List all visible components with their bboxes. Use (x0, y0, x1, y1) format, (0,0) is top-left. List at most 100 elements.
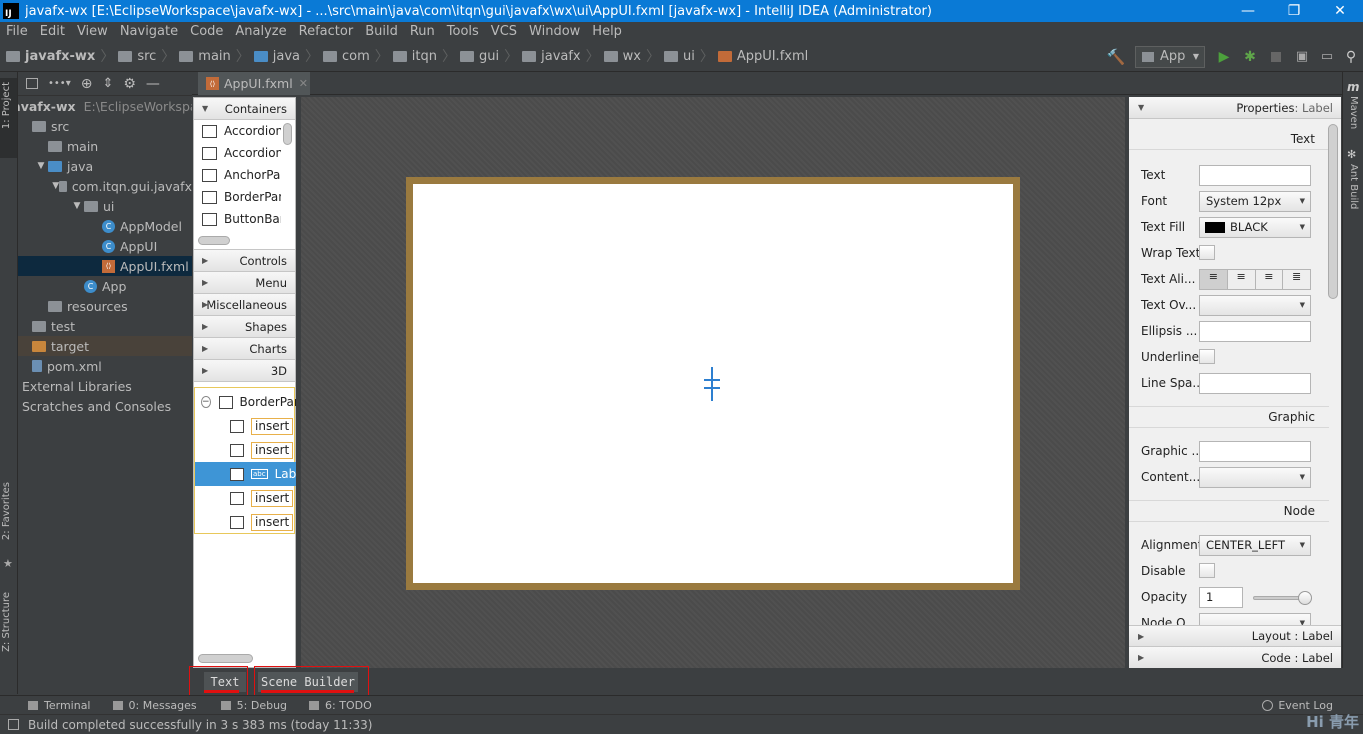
menu-build[interactable]: Build (359, 24, 404, 39)
menu-tools[interactable]: Tools (441, 24, 485, 39)
breadcrumb-item[interactable]: itqn 〉 (392, 46, 456, 66)
content-display-selector[interactable] (1199, 467, 1311, 488)
alignment-selector[interactable]: CENTER_LEFT (1199, 535, 1311, 556)
underline-checkbox[interactable] (1199, 349, 1215, 364)
expand-arrow-icon[interactable]: ▼ (70, 201, 84, 211)
structure-tool-tab[interactable]: Z: Structure (1, 592, 12, 652)
align-justify-icon[interactable]: ≣ (1283, 270, 1310, 289)
tab-appui-fxml[interactable]: ⟨⟩ AppUI.fxml ✕ (198, 72, 310, 95)
align-center-icon[interactable]: ≡ (1227, 270, 1256, 289)
menu-help[interactable]: Help (586, 24, 628, 39)
collapse-icon[interactable]: − (201, 396, 211, 408)
library-category-charts[interactable]: ▶ Charts (194, 338, 295, 360)
project-structure-icon[interactable]: ▣ (1289, 49, 1315, 64)
layout-icon[interactable]: ▭ (1315, 49, 1339, 64)
hierarchy-row[interactable]: insert (195, 510, 296, 534)
library-category-miscellaneous[interactable]: ▶ Miscellaneous (194, 294, 295, 316)
menu-view[interactable]: View (71, 24, 114, 39)
debug-button[interactable]: 5: Debug (220, 699, 287, 712)
tree-item[interactable]: test (18, 316, 192, 336)
hierarchy-root[interactable]: − BorderPane (195, 390, 296, 414)
hierarchy-row-selected[interactable]: abcLabel (195, 462, 296, 486)
library-item[interactable]: Accordion (194, 120, 281, 142)
inspector-scrollbar[interactable] (1328, 124, 1338, 299)
tree-item[interactable]: main (18, 136, 192, 156)
event-log-button[interactable]: Event Log (1262, 699, 1333, 712)
opacity-slider[interactable] (1253, 591, 1312, 605)
graphic-text-gap-field[interactable] (1199, 441, 1311, 462)
hierarchy-row[interactable]: insert (195, 486, 296, 510)
properties-header[interactable]: ▼ Properties : Label (1129, 97, 1341, 119)
hide-icon[interactable]: — (146, 76, 160, 92)
run-config-selector[interactable]: App ▼ (1135, 45, 1205, 68)
menu-navigate[interactable]: Navigate (114, 24, 184, 39)
breadcrumb-item[interactable]: ui 〉 (663, 46, 714, 66)
text-fill-selector[interactable]: BLACK (1199, 217, 1311, 238)
library-item[interactable]: AnchorPane (194, 164, 281, 186)
library-item[interactable]: BorderPane (194, 186, 281, 208)
font-selector[interactable]: System 12px (1199, 191, 1311, 212)
tree-item[interactable]: ▼ ui (18, 196, 192, 216)
breadcrumb-item[interactable]: src 〉 (118, 46, 175, 66)
tree-item[interactable]: javafx-wx E:\EclipseWorkspace (18, 96, 192, 116)
wrap-text-checkbox[interactable] (1199, 245, 1215, 260)
library-category-menu[interactable]: ▶ Menu (194, 272, 295, 294)
code-header[interactable]: ▶ Code : Label (1129, 647, 1341, 669)
breadcrumb-item[interactable]: javafx 〉 (522, 46, 600, 66)
borderpane-stage[interactable] (406, 177, 1020, 590)
tree-item[interactable]: ⟨⟩ AppUI.fxml (18, 256, 192, 276)
tree-item[interactable]: target (18, 336, 192, 356)
collapse-icon[interactable]: ⇕ (102, 76, 113, 91)
align-left-icon[interactable]: ≡ (1200, 270, 1228, 289)
slider-thumb[interactable] (1298, 591, 1312, 605)
hierarchy-row[interactable]: insert (195, 414, 296, 438)
disable-checkbox[interactable] (1199, 563, 1215, 578)
library-vertical-scrollbar[interactable] (283, 123, 292, 145)
hierarchy-row[interactable]: insert (195, 438, 296, 462)
debug-icon[interactable]: ✱ (1237, 49, 1263, 65)
stop-icon[interactable] (1263, 51, 1289, 62)
close-tab-icon[interactable]: ✕ (299, 77, 308, 90)
maven-tool-tab[interactable]: Maven (1348, 96, 1359, 129)
menu-file[interactable]: File (0, 24, 34, 39)
maximize-button[interactable]: ❐ (1271, 3, 1317, 19)
library-item[interactable]: Accordion (194, 142, 281, 164)
library-category-containers[interactable]: ▼ Containers (194, 98, 295, 120)
selected-label-handle[interactable] (702, 367, 722, 401)
breadcrumb-item[interactable]: gui 〉 (460, 46, 518, 66)
library-category-3d[interactable]: ▶ 3D (194, 360, 295, 382)
line-spacing-field[interactable] (1199, 373, 1311, 394)
minimize-button[interactable]: — (1225, 3, 1271, 19)
project-tool-tab[interactable]: 1: Project (1, 82, 12, 129)
text-field[interactable] (1199, 165, 1311, 186)
text-overrun-selector[interactable] (1199, 295, 1311, 316)
scene-canvas[interactable] (301, 97, 1125, 668)
menu-refactor[interactable]: Refactor (293, 24, 360, 39)
expand-arrow-icon[interactable]: ▼ (34, 161, 48, 171)
menu-vcs[interactable]: VCS (485, 24, 523, 39)
todo-button[interactable]: 6: TODO (309, 699, 372, 712)
terminal-button[interactable]: Terminal (28, 699, 91, 712)
tree-item[interactable]: C AppUI (18, 236, 192, 256)
breadcrumb-item[interactable]: main 〉 (179, 46, 250, 66)
gear-icon[interactable]: ⚙ (123, 76, 136, 92)
tree-item[interactable]: C AppModel (18, 216, 192, 236)
breadcrumb-item[interactable]: com 〉 (323, 46, 389, 66)
messages-button[interactable]: 0: Messages (112, 699, 197, 712)
tree-item[interactable]: C App (18, 276, 192, 296)
view-selector-icon[interactable] (26, 78, 38, 89)
library-category-shapes[interactable]: ▶ Shapes (194, 316, 295, 338)
expand-arrow-icon[interactable]: ▼ (52, 181, 59, 191)
tree-item[interactable]: ▼ com.itqn.gui.javafx (18, 176, 192, 196)
build-hammer-icon[interactable]: 🔨 (1103, 48, 1129, 66)
tree-item[interactable]: ▼ java (18, 156, 192, 176)
breadcrumb-item[interactable]: javafx-wx 〉 (6, 46, 114, 66)
library-category-controls[interactable]: ▶ Controls (194, 250, 295, 272)
align-right-icon[interactable]: ≡ (1255, 270, 1284, 289)
close-button[interactable]: ✕ (1317, 3, 1363, 19)
tree-item[interactable]: resources (18, 296, 192, 316)
menu-edit[interactable]: Edit (34, 24, 71, 39)
run-icon[interactable]: ▶ (1211, 49, 1237, 65)
tree-item[interactable]: pom.xml (18, 356, 192, 376)
node-orientation-selector[interactable] (1199, 613, 1311, 625)
